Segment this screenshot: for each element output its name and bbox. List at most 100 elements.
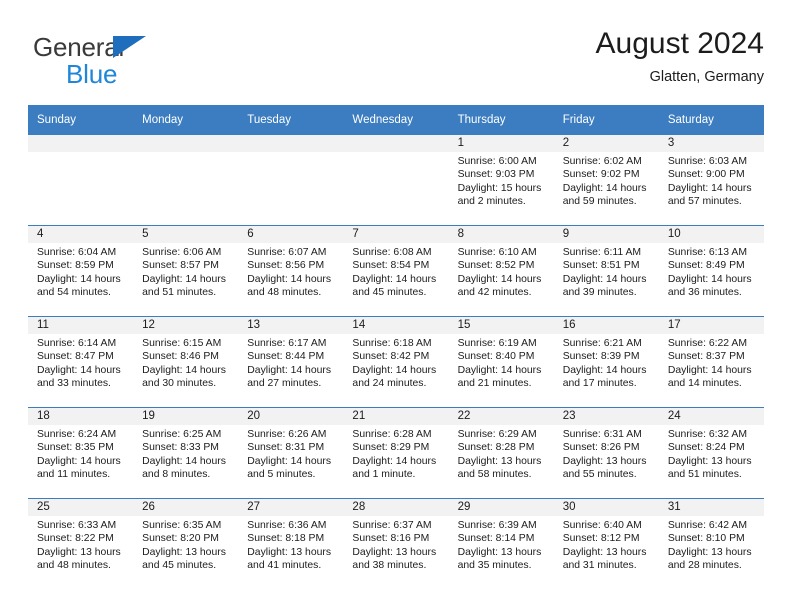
day-details: Sunrise: 6:24 AM Sunset: 8:35 PM Dayligh… <box>28 425 133 482</box>
day-details: Sunrise: 6:11 AM Sunset: 8:51 PM Dayligh… <box>554 243 659 300</box>
logo-text-blue: Blue <box>66 59 118 89</box>
sunrise-text: Sunrise: 6:37 AM <box>352 520 432 531</box>
day-details: Sunrise: 6:21 AM Sunset: 8:39 PM Dayligh… <box>554 334 659 391</box>
calendar-cell[interactable]: 21 Sunrise: 6:28 AM Sunset: 8:29 PM Dayl… <box>343 407 449 499</box>
daylight-text-line1: Daylight: 14 hours <box>142 455 226 467</box>
sunrise-text: Sunrise: 6:32 AM <box>667 429 747 440</box>
daylight-text-line2: and 42 minutes. <box>457 287 532 299</box>
calendar-cell[interactable]: 16 Sunrise: 6:21 AM Sunset: 8:39 PM Dayl… <box>553 316 659 408</box>
daylight-text-line2: and 30 minutes. <box>142 378 217 390</box>
calendar-cell[interactable]: 10 Sunrise: 6:13 AM Sunset: 8:49 PM Dayl… <box>658 225 764 317</box>
daylight-text-line1: Daylight: 14 hours <box>562 273 647 285</box>
calendar-cell[interactable]: 11 Sunrise: 6:14 AM Sunset: 8:47 PM Dayl… <box>28 316 134 408</box>
day-details <box>133 152 238 155</box>
daylight-text-line1: Daylight: 13 hours <box>667 455 752 467</box>
daylight-text-line2: and 51 minutes. <box>142 287 217 299</box>
general-blue-logo[interactable]: General Blue <box>33 34 253 90</box>
day-details: Sunrise: 6:10 AM Sunset: 8:52 PM Dayligh… <box>449 243 554 300</box>
sunrise-text: Sunrise: 6:25 AM <box>142 429 222 440</box>
calendar-cell[interactable]: 14 Sunrise: 6:18 AM Sunset: 8:42 PM Dayl… <box>343 316 449 408</box>
day-details: Sunrise: 6:00 AM Sunset: 9:03 PM Dayligh… <box>449 152 554 209</box>
day-details: Sunrise: 6:39 AM Sunset: 8:14 PM Dayligh… <box>449 516 554 573</box>
daylight-text-line2: and 24 minutes. <box>352 378 427 390</box>
day-details: Sunrise: 6:08 AM Sunset: 8:54 PM Dayligh… <box>343 243 448 300</box>
calendar-cell[interactable]: 20 Sunrise: 6:26 AM Sunset: 8:31 PM Dayl… <box>238 407 344 499</box>
calendar-cell[interactable]: 17 Sunrise: 6:22 AM Sunset: 8:37 PM Dayl… <box>658 316 764 408</box>
calendar-cell[interactable]: 29 Sunrise: 6:39 AM Sunset: 8:14 PM Dayl… <box>448 498 554 589</box>
calendar-cell[interactable] <box>28 135 134 226</box>
calendar-cell[interactable]: 19 Sunrise: 6:25 AM Sunset: 8:33 PM Dayl… <box>133 407 239 499</box>
calendar-cell[interactable]: 9 Sunrise: 6:11 AM Sunset: 8:51 PM Dayli… <box>553 225 659 317</box>
day-number: 25 <box>28 499 134 516</box>
day-details: Sunrise: 6:40 AM Sunset: 8:12 PM Dayligh… <box>554 516 659 573</box>
calendar-cell[interactable]: 31 Sunrise: 6:42 AM Sunset: 8:10 PM Dayl… <box>658 498 764 589</box>
daylight-text-line1: Daylight: 14 hours <box>562 182 647 194</box>
sunrise-text: Sunrise: 6:36 AM <box>247 520 327 531</box>
calendar-cell[interactable]: 12 Sunrise: 6:15 AM Sunset: 8:46 PM Dayl… <box>133 316 239 408</box>
daylight-text-line2: and 17 minutes. <box>562 378 637 390</box>
calendar-cell[interactable]: 15 Sunrise: 6:19 AM Sunset: 8:40 PM Dayl… <box>448 316 554 408</box>
calendar-body: 1 Sunrise: 6:00 AM Sunset: 9:03 PM Dayli… <box>28 135 764 589</box>
calendar-cell[interactable]: 6 Sunrise: 6:07 AM Sunset: 8:56 PM Dayli… <box>238 225 344 317</box>
calendar-cell[interactable]: 23 Sunrise: 6:31 AM Sunset: 8:26 PM Dayl… <box>553 407 659 499</box>
day-details: Sunrise: 6:02 AM Sunset: 9:02 PM Dayligh… <box>554 152 659 209</box>
daylight-text-line2: and 48 minutes. <box>37 560 111 572</box>
calendar-cell[interactable]: 26 Sunrise: 6:35 AM Sunset: 8:20 PM Dayl… <box>133 498 239 589</box>
calendar-cell[interactable]: 18 Sunrise: 6:24 AM Sunset: 8:35 PM Dayl… <box>28 407 134 499</box>
daylight-text-line2: and 38 minutes. <box>352 560 427 572</box>
sunset-text: Sunset: 8:31 PM <box>247 442 325 454</box>
sunrise-text: Sunrise: 6:24 AM <box>37 429 117 440</box>
calendar-cell[interactable]: 1 Sunrise: 6:00 AM Sunset: 9:03 PM Dayli… <box>448 135 554 226</box>
calendar-cell[interactable]: 28 Sunrise: 6:37 AM Sunset: 8:16 PM Dayl… <box>343 498 449 589</box>
sunset-text: Sunset: 8:46 PM <box>142 351 219 363</box>
daylight-text-line2: and 1 minute. <box>352 469 416 481</box>
calendar-cell[interactable]: 27 Sunrise: 6:36 AM Sunset: 8:18 PM Dayl… <box>238 498 344 589</box>
day-number: 26 <box>133 499 239 516</box>
day-details: Sunrise: 6:26 AM Sunset: 8:31 PM Dayligh… <box>238 425 343 482</box>
day-details: Sunrise: 6:33 AM Sunset: 8:22 PM Dayligh… <box>28 516 133 573</box>
calendar-cell[interactable]: 2 Sunrise: 6:02 AM Sunset: 9:02 PM Dayli… <box>553 135 659 226</box>
sunset-text: Sunset: 8:49 PM <box>667 260 745 272</box>
calendar-cell[interactable]: 13 Sunrise: 6:17 AM Sunset: 8:44 PM Dayl… <box>238 316 344 408</box>
sunset-text: Sunset: 8:12 PM <box>562 533 640 545</box>
daylight-text-line1: Daylight: 14 hours <box>247 364 332 376</box>
calendar-cell[interactable]: 3 Sunrise: 6:03 AM Sunset: 9:00 PM Dayli… <box>658 135 764 226</box>
day-number: 12 <box>133 317 239 334</box>
daylight-text-line2: and 27 minutes. <box>247 378 322 390</box>
sunset-text: Sunset: 8:22 PM <box>37 533 114 545</box>
day-details: Sunrise: 6:18 AM Sunset: 8:42 PM Dayligh… <box>343 334 448 391</box>
calendar-cell[interactable] <box>343 135 449 226</box>
daylight-text-line2: and 31 minutes. <box>562 560 637 572</box>
sunrise-text: Sunrise: 6:35 AM <box>142 520 222 531</box>
sunrise-text: Sunrise: 6:18 AM <box>352 338 432 349</box>
day-number: 13 <box>238 317 344 334</box>
calendar-cell[interactable] <box>238 135 344 226</box>
calendar-cell[interactable]: 24 Sunrise: 6:32 AM Sunset: 8:24 PM Dayl… <box>658 407 764 499</box>
day-number: 17 <box>658 317 764 334</box>
daylight-text-line2: and 28 minutes. <box>667 560 742 572</box>
sunrise-text: Sunrise: 6:28 AM <box>352 429 432 440</box>
daylight-text-line1: Daylight: 14 hours <box>667 364 752 376</box>
day-details: Sunrise: 6:14 AM Sunset: 8:47 PM Dayligh… <box>28 334 133 391</box>
calendar-week-row: 4 Sunrise: 6:04 AM Sunset: 8:59 PM Dayli… <box>28 225 764 317</box>
sunrise-text: Sunrise: 6:19 AM <box>457 338 537 349</box>
calendar-cell[interactable] <box>133 135 239 226</box>
daylight-text-line2: and 2 minutes. <box>457 196 526 208</box>
calendar-cell[interactable]: 5 Sunrise: 6:06 AM Sunset: 8:57 PM Dayli… <box>133 225 239 317</box>
calendar-cell[interactable]: 30 Sunrise: 6:40 AM Sunset: 8:12 PM Dayl… <box>553 498 659 589</box>
day-number <box>238 135 344 152</box>
calendar-cell[interactable]: 25 Sunrise: 6:33 AM Sunset: 8:22 PM Dayl… <box>28 498 134 589</box>
daylight-text-line1: Daylight: 13 hours <box>667 546 752 558</box>
page-header: General Blue August 2024 Glatten, German… <box>28 26 764 98</box>
day-details: Sunrise: 6:25 AM Sunset: 8:33 PM Dayligh… <box>133 425 238 482</box>
calendar-cell[interactable]: 22 Sunrise: 6:29 AM Sunset: 8:28 PM Dayl… <box>448 407 554 499</box>
daylight-text-line2: and 5 minutes. <box>247 469 316 481</box>
sunset-text: Sunset: 8:28 PM <box>457 442 535 454</box>
calendar-cell[interactable]: 8 Sunrise: 6:10 AM Sunset: 8:52 PM Dayli… <box>448 225 554 317</box>
calendar-cell[interactable]: 7 Sunrise: 6:08 AM Sunset: 8:54 PM Dayli… <box>343 225 449 317</box>
sunset-text: Sunset: 8:18 PM <box>247 533 325 545</box>
daylight-text-line1: Daylight: 14 hours <box>457 273 542 285</box>
weekday-header-wednesday: Wednesday <box>343 105 449 135</box>
day-details: Sunrise: 6:03 AM Sunset: 9:00 PM Dayligh… <box>659 152 764 209</box>
calendar-cell[interactable]: 4 Sunrise: 6:04 AM Sunset: 8:59 PM Dayli… <box>28 225 134 317</box>
